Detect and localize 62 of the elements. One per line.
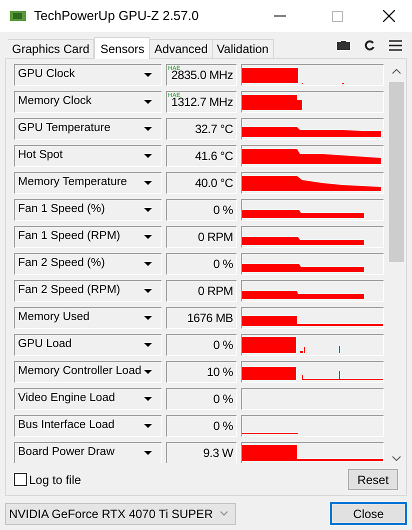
caret-icon <box>144 262 152 266</box>
sensor-dropdown[interactable]: Bus Interface Load <box>14 415 162 437</box>
scroll-down-icon[interactable] <box>392 456 401 461</box>
app-icon <box>10 10 26 22</box>
caret-icon <box>144 208 152 212</box>
close-button[interactable]: Close <box>330 502 407 525</box>
gpu-dropdown[interactable]: NVIDIA GeForce RTX 4070 Ti SUPER <box>5 502 236 524</box>
sensor-dropdown[interactable]: Fan 2 Speed (RPM) <box>14 280 162 302</box>
value-field: 40.0 °C <box>166 172 237 194</box>
sensor-dropdown[interactable]: Hot Spot <box>14 145 162 167</box>
value-field: 32.7 °C <box>166 118 237 140</box>
sensor-dropdown[interactable]: GPU Clock <box>14 64 162 86</box>
caret-icon <box>144 343 152 347</box>
caret-icon <box>144 424 152 428</box>
sensor-dropdown[interactable]: GPU Temperature <box>14 118 162 140</box>
value-field: 0 % <box>166 199 237 221</box>
close-icon[interactable] <box>383 10 395 22</box>
chevron-icon <box>220 511 228 516</box>
checkbox-label: Log to file <box>29 472 82 488</box>
value-field: 0 % <box>166 388 237 410</box>
camera-icon[interactable] <box>337 41 350 50</box>
caret-icon <box>144 451 152 455</box>
sensor-dropdown[interactable]: Memory Used <box>14 307 162 329</box>
menu-icon[interactable] <box>389 40 402 51</box>
value-field: 0 % <box>166 415 237 437</box>
value-field: 0 RPM <box>166 280 237 302</box>
sensor-dropdown[interactable]: Board Power Draw <box>14 442 162 463</box>
sensor-dropdown[interactable]: Video Engine Load <box>14 388 162 410</box>
value-field: 10 % <box>166 361 237 383</box>
value-field: 0 % <box>166 253 237 275</box>
caret-icon <box>144 235 152 239</box>
sensor-dropdown[interactable]: Fan 2 Speed (%) <box>14 253 162 275</box>
sensor-dropdown[interactable]: Fan 1 Speed (%) <box>14 199 162 221</box>
caret-icon <box>144 100 152 104</box>
value-field: 1676 MB <box>166 307 237 329</box>
caret-icon <box>144 370 152 374</box>
sensor-dropdown[interactable]: Memory Clock <box>14 91 162 113</box>
caret-icon <box>144 127 152 131</box>
scroll-thumb[interactable] <box>389 82 404 262</box>
sensor-dropdown[interactable]: Memory Temperature <box>14 172 162 194</box>
value-field: 9.3 W <box>166 442 237 463</box>
tab[interactable]: Graphics Card <box>8 39 94 58</box>
reset-button[interactable]: Reset <box>348 469 398 490</box>
caret-icon <box>144 289 152 293</box>
caret-icon <box>144 397 152 401</box>
caret-icon <box>144 181 152 185</box>
log-checkbox[interactable] <box>14 473 27 486</box>
tab[interactable]: Validation <box>212 39 274 58</box>
tab[interactable]: Sensors <box>94 37 150 59</box>
caret-icon <box>144 73 152 77</box>
refresh-icon[interactable] <box>364 40 375 51</box>
sensor-dropdown[interactable]: GPU Load <box>14 334 162 356</box>
sensor-dropdown[interactable]: Fan 1 Speed (RPM) <box>14 226 162 248</box>
scroll-up-icon[interactable] <box>392 69 401 74</box>
tab[interactable]: Advanced <box>150 39 213 58</box>
caret-icon <box>144 316 152 320</box>
caret-icon <box>144 154 152 158</box>
sensor-dropdown[interactable]: Memory Controller Load <box>14 361 162 383</box>
window-title: TechPowerUp GPU-Z 2.57.0 <box>34 7 199 26</box>
value-field: 41.6 °C <box>166 145 237 167</box>
value-field: 0 RPM <box>166 226 237 248</box>
value-field: 0 % <box>166 334 237 356</box>
